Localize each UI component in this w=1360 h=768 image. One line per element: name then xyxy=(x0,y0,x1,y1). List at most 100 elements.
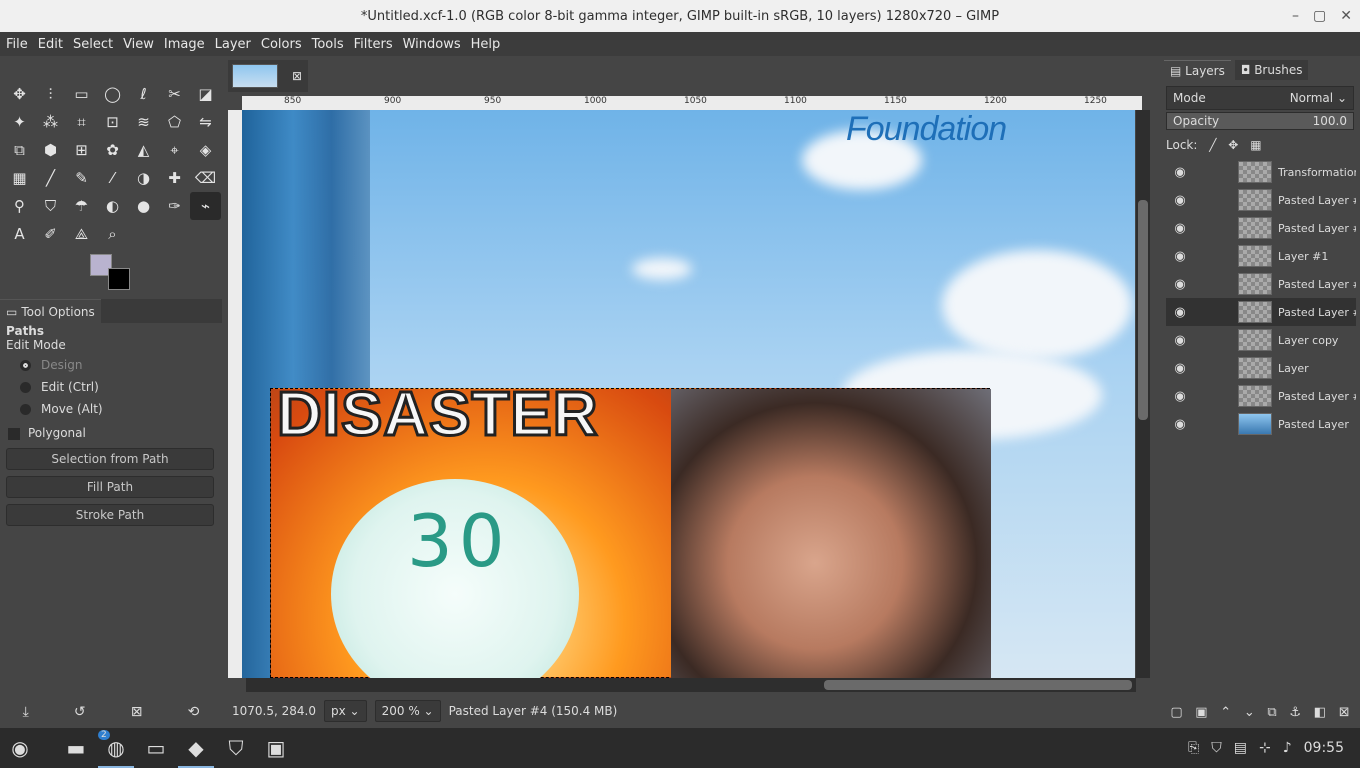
layer-row[interactable]: ◉ Layer xyxy=(1166,354,1356,382)
horizontal-scroll-thumb[interactable] xyxy=(824,680,1132,690)
menu-filters[interactable]: Filters xyxy=(354,37,393,52)
eyedropper-icon[interactable]: ✐ xyxy=(35,220,66,248)
layer-name[interactable]: Pasted Layer # xyxy=(1278,306,1356,319)
dodge-icon[interactable]: ◐ xyxy=(97,192,128,220)
tab-tool-options[interactable]: ▭ Tool Options xyxy=(0,299,101,323)
lock-position-icon[interactable]: ✥ xyxy=(1228,138,1238,152)
heal-icon[interactable]: ✚ xyxy=(159,164,190,192)
pasted-layer-thumbnail-art[interactable]: 30 DISASTER xyxy=(270,379,991,678)
layer-row[interactable]: ◉ Pasted Layer # xyxy=(1166,382,1356,410)
raise-layer-icon[interactable]: ⌃ xyxy=(1220,705,1231,720)
perspective-icon[interactable]: ⧉ xyxy=(4,136,35,164)
close-tab-icon[interactable]: ⊠ xyxy=(292,69,302,83)
blend-icon[interactable]: ▦ xyxy=(4,164,35,192)
rect-select-icon[interactable]: ▭ xyxy=(66,80,97,108)
terminal-icon[interactable]: ▭ xyxy=(136,728,176,768)
bucket-fill-icon[interactable]: ◈ xyxy=(190,136,221,164)
notes-icon[interactable]: ▤ xyxy=(1234,740,1247,756)
lock-alpha-icon[interactable]: ▦ xyxy=(1250,138,1261,152)
canvas-view[interactable]: Foundation 30 DISASTER xyxy=(242,110,1135,678)
menu-colors[interactable]: Colors xyxy=(261,37,302,52)
mask-layer-icon[interactable]: ◧ xyxy=(1314,705,1326,720)
pencil-icon[interactable]: ✎ xyxy=(66,164,97,192)
minimize-button[interactable]: – xyxy=(1292,8,1299,24)
mode-move-option[interactable]: Move (Alt) xyxy=(20,402,103,416)
layer-name[interactable]: Layer copy xyxy=(1278,334,1356,347)
vertical-scrollbar[interactable] xyxy=(1136,110,1150,678)
radio-design[interactable] xyxy=(20,360,31,371)
handle-transform-icon[interactable]: ⊞ xyxy=(66,136,97,164)
menu-file[interactable]: File xyxy=(6,37,28,52)
mode-design-option[interactable]: Design xyxy=(20,358,82,372)
smudge-icon[interactable]: ☂ xyxy=(66,192,97,220)
delete-layer-icon[interactable]: ⊠ xyxy=(1339,705,1350,720)
new-layer-icon[interactable]: ▢ xyxy=(1170,705,1182,720)
duplicate-layer-icon[interactable]: ⧉ xyxy=(1267,705,1276,720)
gradient-icon[interactable]: ◭ xyxy=(128,136,159,164)
radio-move[interactable] xyxy=(20,404,31,415)
unit-select[interactable]: px ⌄ xyxy=(323,700,367,722)
measure-icon[interactable]: ⟁ xyxy=(66,220,97,248)
eye-icon[interactable]: ◉ xyxy=(1166,361,1194,376)
clipboard-icon[interactable]: ⎘ xyxy=(1188,740,1199,756)
new-group-icon[interactable]: ▣ xyxy=(1195,705,1207,720)
stroke-path-button[interactable]: Stroke Path xyxy=(6,504,214,526)
foreground-select-icon[interactable]: ◪ xyxy=(190,80,221,108)
blur-icon[interactable]: ● xyxy=(128,192,159,220)
eye-icon[interactable]: ◉ xyxy=(1166,389,1194,404)
cage-icon[interactable]: ⬠ xyxy=(159,108,190,136)
tab-layers[interactable]: ▤ Layers xyxy=(1164,59,1231,81)
shield-tray-icon[interactable]: ⛉ xyxy=(1211,740,1222,756)
layer-name[interactable]: Transformation xyxy=(1278,166,1356,179)
ellipse-select-icon[interactable]: ◯ xyxy=(97,80,128,108)
maximize-button[interactable]: ▢ xyxy=(1313,8,1326,24)
warp-icon[interactable]: ≋ xyxy=(128,108,159,136)
color-swatches[interactable] xyxy=(90,254,130,290)
menu-view[interactable]: View xyxy=(123,37,154,52)
clock[interactable]: 09:55 xyxy=(1304,740,1344,756)
layer-name[interactable]: Pasted Layer xyxy=(1278,418,1356,431)
eye-icon[interactable]: ◉ xyxy=(1166,165,1194,180)
scissors-icon[interactable]: ✂ xyxy=(159,80,190,108)
tab-brushes[interactable]: ◘ Brushes xyxy=(1234,60,1309,80)
menu-help[interactable]: Help xyxy=(471,37,501,52)
mode-select[interactable]: Normal ⌄ xyxy=(1290,91,1347,105)
layer-name[interactable]: Layer xyxy=(1278,362,1356,375)
perspective-clone-icon[interactable]: ⛉ xyxy=(35,192,66,220)
polygonal-option[interactable]: Polygonal xyxy=(8,426,86,440)
volume-icon[interactable]: ♪ xyxy=(1283,740,1292,756)
clone-icon[interactable]: ⚲ xyxy=(4,192,35,220)
network-icon[interactable]: ⊹ xyxy=(1259,740,1271,756)
reset-options-icon[interactable]: ⟲ xyxy=(188,704,200,720)
color-picker-icon[interactable]: ✑ xyxy=(159,192,190,220)
airbrush-icon[interactable]: ⁄ xyxy=(97,164,128,192)
eye-icon[interactable]: ◉ xyxy=(1166,417,1194,432)
layer-row[interactable]: ◉ Pasted Layer xyxy=(1166,410,1356,438)
eraser-icon[interactable]: ⌫ xyxy=(190,164,221,192)
move-icon[interactable]: ✥ xyxy=(4,80,35,108)
flip-icon[interactable]: ⇋ xyxy=(190,108,221,136)
layer-row[interactable]: ◉ Pasted Layer # xyxy=(1166,186,1356,214)
layer-row[interactable]: ◉ Pasted Layer # xyxy=(1166,298,1356,326)
eye-icon[interactable]: ◉ xyxy=(1166,221,1194,236)
fill-path-button[interactable]: Fill Path xyxy=(6,476,214,498)
zoom-select[interactable]: 200 % ⌄ xyxy=(374,700,441,722)
zoom-icon[interactable]: ⌕ xyxy=(97,220,128,248)
layer-name[interactable]: Pasted Layer # xyxy=(1278,278,1356,291)
eye-icon[interactable]: ◉ xyxy=(1166,333,1194,348)
shield-icon[interactable]: ⛉ xyxy=(216,728,256,768)
eye-icon[interactable]: ◉ xyxy=(1166,193,1194,208)
paths-icon[interactable]: ⌁ xyxy=(190,192,221,220)
fuzzy-select-icon[interactable]: ✦ xyxy=(4,108,35,136)
layer-row[interactable]: ◉ Pasted Layer # xyxy=(1166,270,1356,298)
lower-layer-icon[interactable]: ⌄ xyxy=(1244,705,1255,720)
layer-name[interactable]: Pasted Layer # xyxy=(1278,194,1356,207)
layer-name[interactable]: Pasted Layer # xyxy=(1278,222,1356,235)
display-icon[interactable]: ▣ xyxy=(256,728,296,768)
restore-options-icon[interactable]: ↺ xyxy=(74,704,86,720)
seamless-clone-icon[interactable]: ✿ xyxy=(97,136,128,164)
save-options-icon[interactable]: ⤓ xyxy=(23,704,29,720)
paintbrush-icon[interactable]: ╱ xyxy=(35,164,66,192)
layer-name[interactable]: Pasted Layer # xyxy=(1278,390,1356,403)
unified-transform-icon[interactable]: ⊡ xyxy=(97,108,128,136)
